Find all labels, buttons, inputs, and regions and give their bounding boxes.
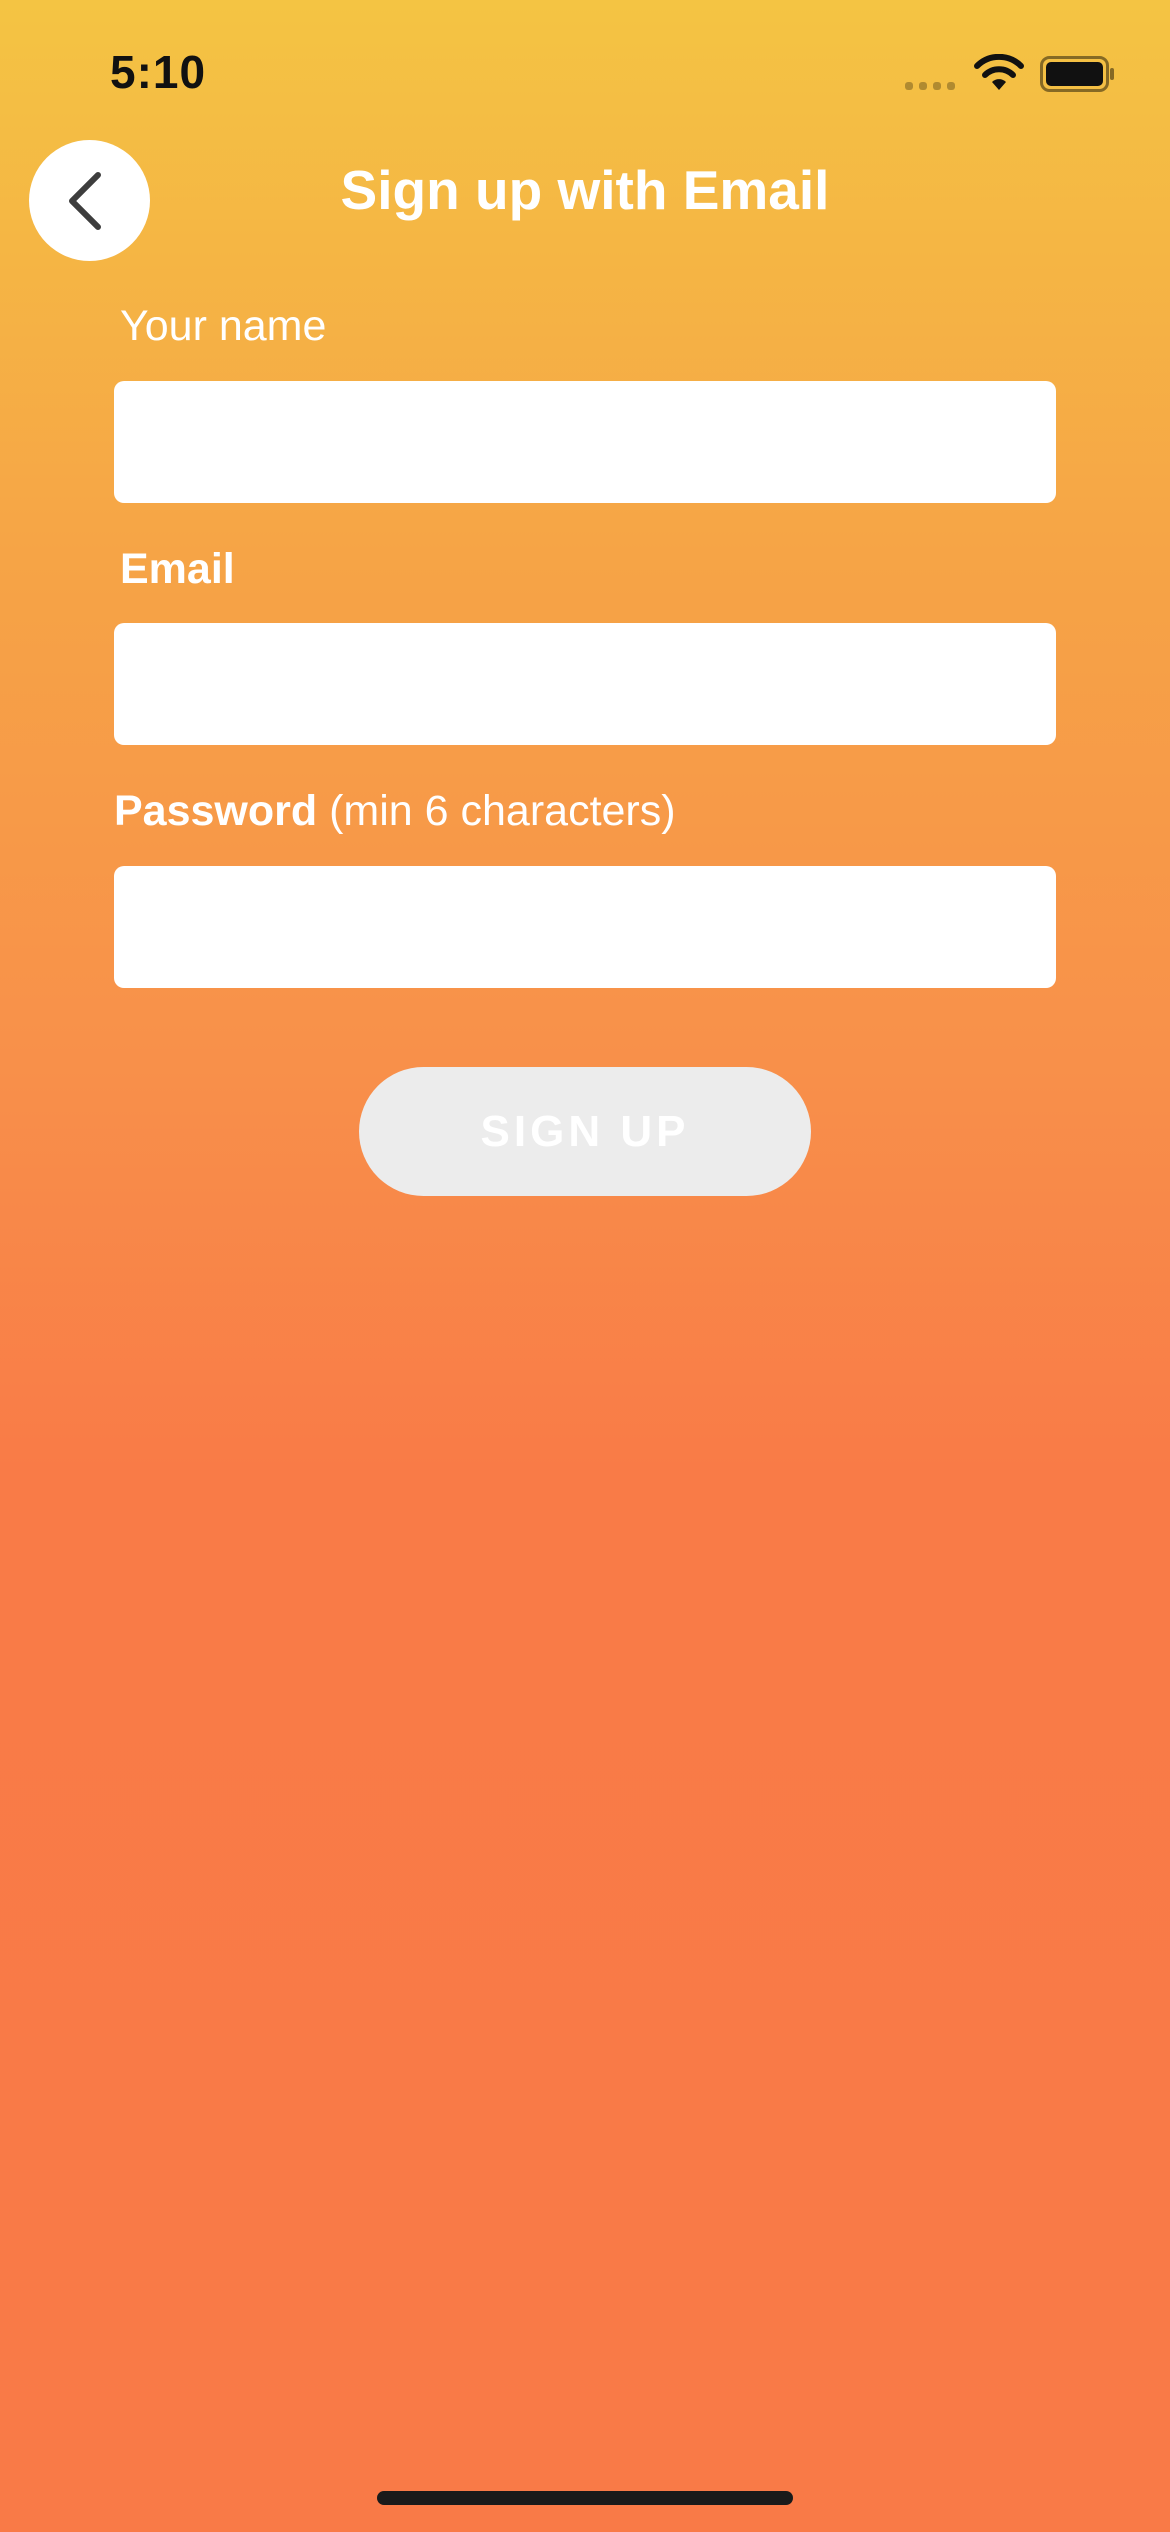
name-label: Your name	[120, 302, 327, 350]
email-input[interactable]	[114, 623, 1056, 745]
battery-icon	[1040, 56, 1114, 92]
page-title: Sign up with Email	[340, 159, 830, 221]
wifi-icon	[974, 54, 1024, 90]
password-label-hint: (min 6 characters)	[329, 787, 676, 835]
email-label: Email	[120, 545, 235, 593]
home-indicator	[377, 2491, 793, 2505]
sign-up-button[interactable]: SIGN UP	[359, 1067, 811, 1196]
cellular-signal-icon	[905, 82, 955, 90]
password-label: Password (min 6 characters)	[114, 787, 676, 836]
password-input[interactable]	[114, 866, 1056, 988]
name-input[interactable]	[114, 381, 1056, 503]
status-bar: 5:10	[0, 0, 1170, 140]
password-label-title: Password	[114, 787, 318, 835]
status-time: 5:10	[110, 46, 207, 98]
